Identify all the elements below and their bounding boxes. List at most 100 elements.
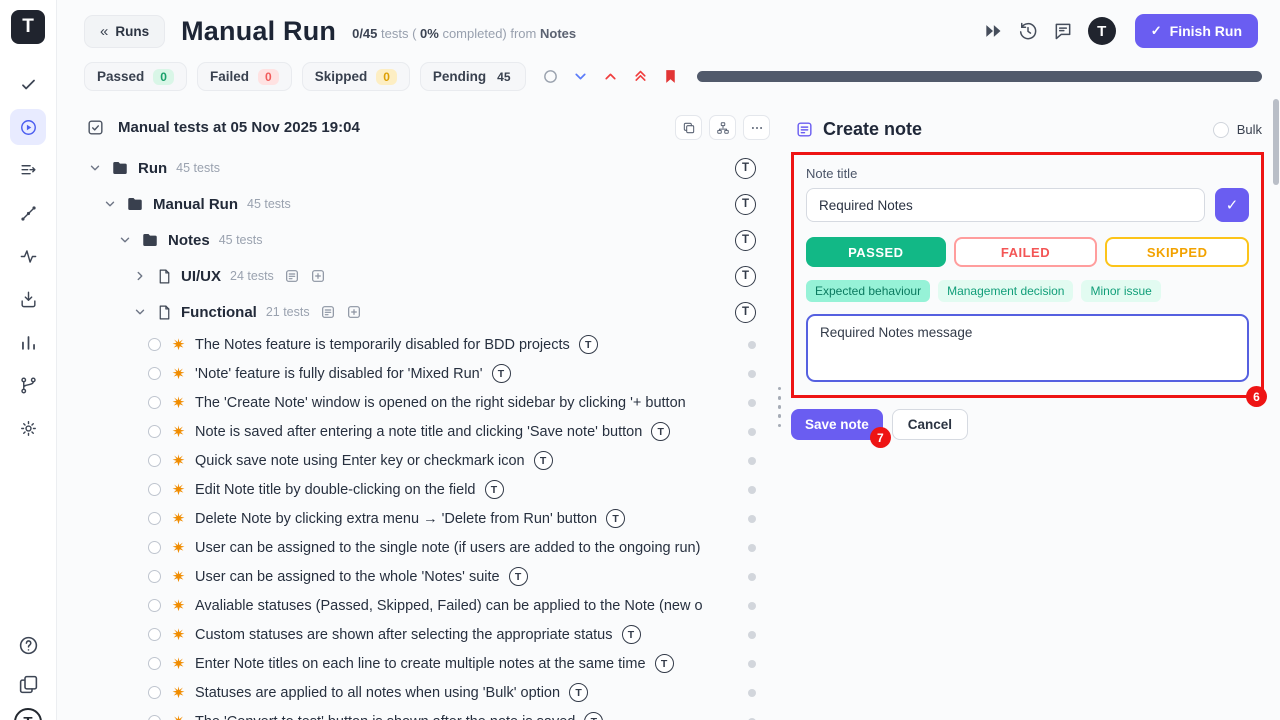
suite-row[interactable]: Notes45 testsT <box>84 222 780 258</box>
test-row[interactable]: User can be assigned to the single note … <box>84 533 780 562</box>
test-status-circle[interactable] <box>148 657 161 670</box>
sidebar-item-import[interactable] <box>10 281 46 317</box>
test-row[interactable]: The Notes feature is temporarily disable… <box>84 330 780 359</box>
sidebar-item-tests[interactable] <box>10 66 46 102</box>
bulk-toggle[interactable]: Bulk <box>1213 122 1262 138</box>
back-to-runs-button[interactable]: « Runs <box>84 15 165 48</box>
testomat-badge[interactable]: T <box>622 625 641 644</box>
suite-note-icon[interactable] <box>284 268 300 284</box>
tag-chip[interactable]: Expected behaviour <box>806 280 930 302</box>
test-status-circle[interactable] <box>148 570 161 583</box>
test-row[interactable]: Delete Note by clicking extra menu → 'De… <box>84 504 780 533</box>
testomat-badge[interactable]: T <box>735 194 756 215</box>
sidebar-item-branches[interactable] <box>10 367 46 403</box>
testomat-badge[interactable]: T <box>485 480 504 499</box>
suite-row[interactable]: Manual Run45 testsT <box>84 186 780 222</box>
chevron-down-icon[interactable] <box>88 161 102 175</box>
tree-view-icon[interactable] <box>709 115 736 140</box>
chevron-down-icon[interactable] <box>103 197 117 211</box>
bookmark-icon[interactable] <box>662 68 679 85</box>
test-status-circle[interactable] <box>148 512 161 525</box>
test-row[interactable]: Custom statuses are shown after selectin… <box>84 620 780 649</box>
save-note-button[interactable]: Save note 7 <box>791 409 883 440</box>
note-title-input[interactable] <box>806 188 1205 222</box>
chevron-down-icon[interactable] <box>118 233 132 247</box>
filter-skipped-button[interactable]: Skipped0 <box>302 62 410 91</box>
panel-resize-handle[interactable] <box>775 387 784 427</box>
test-row[interactable]: 'Note' feature is fully disabled for 'Mi… <box>84 359 780 388</box>
copy-icon[interactable] <box>675 115 702 140</box>
scrollbar-thumb[interactable] <box>1273 99 1279 185</box>
sidebar-item-milestones[interactable] <box>10 195 46 231</box>
jump-top-icon[interactable] <box>632 68 649 85</box>
test-status-circle[interactable] <box>148 454 161 467</box>
tag-chip[interactable]: Minor issue <box>1081 280 1160 302</box>
quick-save-button[interactable]: ✓ <box>1215 188 1249 222</box>
sidebar-item-settings[interactable] <box>10 410 46 446</box>
test-row[interactable]: User can be assigned to the whole 'Notes… <box>84 562 780 591</box>
test-row[interactable]: Quick save note using Enter key or check… <box>84 446 780 475</box>
chevron-right-icon[interactable] <box>133 269 147 283</box>
test-row[interactable]: The 'Create Note' window is opened on th… <box>84 388 780 417</box>
filter-pending-button[interactable]: Pending45 <box>420 62 526 91</box>
source-suite-link[interactable]: Notes <box>540 26 576 41</box>
more-options-icon[interactable] <box>743 115 770 140</box>
test-status-circle[interactable] <box>148 628 161 641</box>
test-status-circle[interactable] <box>148 715 161 720</box>
collapse-all-icon[interactable] <box>572 68 589 85</box>
test-status-circle[interactable] <box>148 425 161 438</box>
cancel-button[interactable]: Cancel <box>892 409 968 440</box>
testomat-mark-icon[interactable]: T <box>14 708 42 720</box>
test-row[interactable]: The 'Convert to test' button is shown af… <box>84 707 780 720</box>
testomat-badge[interactable]: T <box>534 451 553 470</box>
test-status-circle[interactable] <box>148 599 161 612</box>
testomat-badge[interactable]: T <box>651 422 670 441</box>
tag-chip[interactable]: Management decision <box>938 280 1073 302</box>
test-row[interactable]: Edit Note title by double-clicking on th… <box>84 475 780 504</box>
filter-passed-button[interactable]: Passed0 <box>84 62 187 91</box>
jump-up-icon[interactable] <box>602 68 619 85</box>
chevron-down-icon[interactable] <box>133 305 147 319</box>
suite-row[interactable]: Run45 testsT <box>84 150 780 186</box>
sidebar-item-runs[interactable] <box>10 109 46 145</box>
testomat-badge[interactable]: T <box>579 335 598 354</box>
test-row[interactable]: Note is saved after entering a note titl… <box>84 417 780 446</box>
testomat-badge[interactable]: T <box>655 654 674 673</box>
test-row[interactable]: Statuses are applied to all notes when u… <box>84 678 780 707</box>
select-all-icon[interactable] <box>86 118 105 137</box>
testomat-logo-icon[interactable]: T <box>1088 17 1116 45</box>
testomat-badge[interactable]: T <box>492 364 511 383</box>
unexecuted-filter-icon[interactable] <box>542 68 559 85</box>
sidebar-item-run-archive[interactable] <box>10 152 46 188</box>
testomat-badge[interactable]: T <box>569 683 588 702</box>
testomat-badge[interactable]: T <box>509 567 528 586</box>
test-status-circle[interactable] <box>148 483 161 496</box>
filter-failed-button[interactable]: Failed0 <box>197 62 292 91</box>
suite-add-icon[interactable] <box>346 304 362 320</box>
testomat-badge[interactable]: T <box>735 158 756 179</box>
bulk-checkbox[interactable] <box>1213 122 1229 138</box>
test-status-circle[interactable] <box>148 686 161 699</box>
test-status-circle[interactable] <box>148 541 161 554</box>
testomat-badge[interactable]: T <box>584 712 603 720</box>
rerun-history-icon[interactable] <box>1018 21 1038 41</box>
testomat-badge[interactable]: T <box>735 302 756 323</box>
test-row[interactable]: Avaliable statuses (Passed, Skipped, Fai… <box>84 591 780 620</box>
note-message-input[interactable]: Required Notes message <box>806 314 1249 382</box>
docs-icon[interactable] <box>13 669 43 699</box>
fast-forward-icon[interactable] <box>983 21 1003 41</box>
suite-row[interactable]: Functional21 testsT <box>84 294 780 330</box>
status-skipped-button[interactable]: SKIPPED <box>1105 237 1249 267</box>
suite-row[interactable]: UI/UX24 testsT <box>84 258 780 294</box>
sidebar-item-analytics[interactable] <box>10 324 46 360</box>
suite-note-icon[interactable] <box>320 304 336 320</box>
test-status-circle[interactable] <box>148 367 161 380</box>
app-logo[interactable]: T <box>11 10 45 44</box>
testomat-badge[interactable]: T <box>735 230 756 251</box>
testomat-badge[interactable]: T <box>735 266 756 287</box>
notes-icon[interactable] <box>1053 21 1073 41</box>
finish-run-button[interactable]: ✓ Finish Run <box>1135 14 1258 48</box>
suite-add-icon[interactable] <box>310 268 326 284</box>
test-status-circle[interactable] <box>148 396 161 409</box>
status-passed-button[interactable]: PASSED <box>806 237 946 267</box>
